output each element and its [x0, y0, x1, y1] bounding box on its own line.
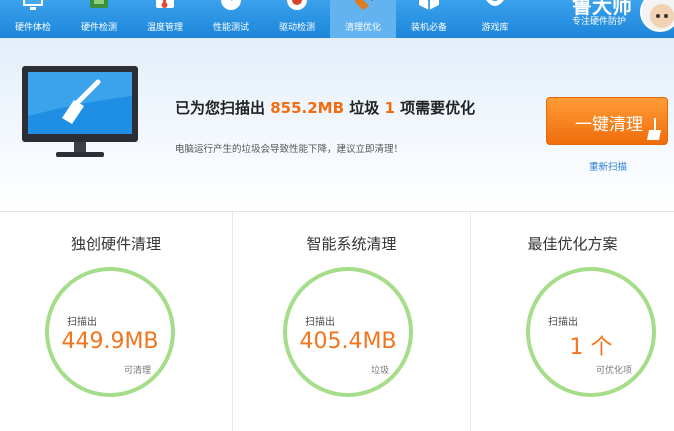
avatar-face-icon — [650, 4, 674, 28]
brand: 鲁大师 专注硬件防护 — [572, 0, 642, 38]
nav-item-label: 清理优化 — [344, 23, 381, 33]
ring-unit: 可清理 — [123, 366, 151, 376]
scan-subtitle: 电脑运行产生的垃圾会导致性能下降，建议立即清理！ — [175, 144, 404, 155]
chip-icon — [90, 0, 108, 8]
nav-item-temperature[interactable]: 温度管理 — [132, 0, 198, 38]
broom-icon — [647, 118, 661, 140]
ring-unit: 垃圾 — [370, 366, 389, 376]
nav-item-hardware-checkup[interactable]: 硬件体检 — [0, 0, 66, 38]
panel-title: 智能系统清理 — [306, 235, 397, 253]
nav-item-hardware-detect[interactable]: 硬件检测 — [66, 0, 132, 38]
broom-icon — [355, 0, 373, 10]
result-ring: 扫描出 405.4MB 垃圾 — [283, 267, 413, 397]
result-panels: 独创硬件清理 扫描出 449.9MB 可清理 智能系统清理 扫描出 405.4M… — [0, 211, 674, 431]
ring-label: 扫描出 — [548, 317, 578, 328]
nav-item-label: 游戏库 — [481, 23, 509, 33]
nav-item-driver[interactable]: 驱动检测 — [264, 0, 330, 38]
ring-value: 405.4MB — [299, 329, 397, 354]
nav-item-clean-optimize[interactable]: 清理优化 — [330, 0, 396, 38]
ring-label: 扫描出 — [305, 317, 335, 328]
ring-value: 1 个 — [569, 335, 613, 360]
panel-hardware-clean: 独创硬件清理 扫描出 449.9MB 可清理 — [0, 212, 232, 431]
nav-item-label: 驱动检测 — [278, 23, 315, 33]
result-ring: 扫描出 1 个 可优化项 — [526, 267, 656, 397]
scan-summary-mid: 垃圾 — [344, 99, 385, 117]
panel-system-clean: 智能系统清理 扫描出 405.4MB 垃圾 — [232, 212, 470, 431]
nav-item-label: 装机必备 — [410, 23, 447, 33]
ring-value: 449.9MB — [61, 329, 159, 354]
avatar[interactable] — [640, 0, 674, 32]
scan-summary: 已为您扫描出 855.2MB 垃圾 1 项需要优化 — [175, 97, 475, 118]
rescan-link[interactable]: 重新扫描 — [589, 159, 627, 173]
scan-summary-suffix: 项需要优化 — [394, 99, 476, 117]
scan-summary-size: 855.2MB — [270, 99, 345, 117]
ring-label: 扫描出 — [67, 317, 97, 328]
result-ring: 扫描出 449.9MB 可清理 — [45, 267, 175, 397]
nav-item-label: 硬件检测 — [80, 23, 117, 33]
panel-optimize-plan: 最佳优化方案 扫描出 1 个 可优化项 — [470, 212, 674, 431]
gear-icon — [287, 0, 307, 10]
one-click-clean-label: 一键清理 — [575, 115, 643, 135]
ring-unit: 可优化项 — [595, 366, 632, 376]
nav-item-essentials[interactable]: 装机必备 — [396, 0, 462, 38]
gamepad-icon — [486, 0, 504, 6]
top-nav-bar: 硬件体检 硬件检测 温度管理 性能测试 驱动检测 清理优化 装机必备 游戏库 鲁… — [0, 0, 674, 38]
nav-item-label: 硬件体检 — [14, 23, 51, 33]
monitor-broom-icon — [22, 66, 138, 157]
scan-summary-count: 1 — [384, 99, 395, 117]
cube-icon — [419, 0, 439, 10]
nav-item-label: 性能测试 — [212, 23, 249, 33]
thermometer-icon — [156, 0, 174, 8]
computer-icon — [23, 0, 43, 10]
one-click-clean-button[interactable]: 一键清理 — [546, 97, 668, 145]
brand-subtitle: 专注硬件防护 — [572, 17, 627, 27]
scan-summary-prefix: 已为您扫描出 — [175, 99, 271, 117]
panel-title: 最佳优化方案 — [527, 235, 618, 253]
nav-item-label: 温度管理 — [146, 23, 183, 33]
speedometer-icon — [221, 0, 241, 10]
nav-item-game-library[interactable]: 游戏库 — [462, 0, 528, 38]
nav-item-performance[interactable]: 性能测试 — [198, 0, 264, 38]
scan-result-banner: 已为您扫描出 855.2MB 垃圾 1 项需要优化 电脑运行产生的垃圾会导致性能… — [0, 38, 674, 211]
panel-title: 独创硬件清理 — [70, 235, 161, 253]
